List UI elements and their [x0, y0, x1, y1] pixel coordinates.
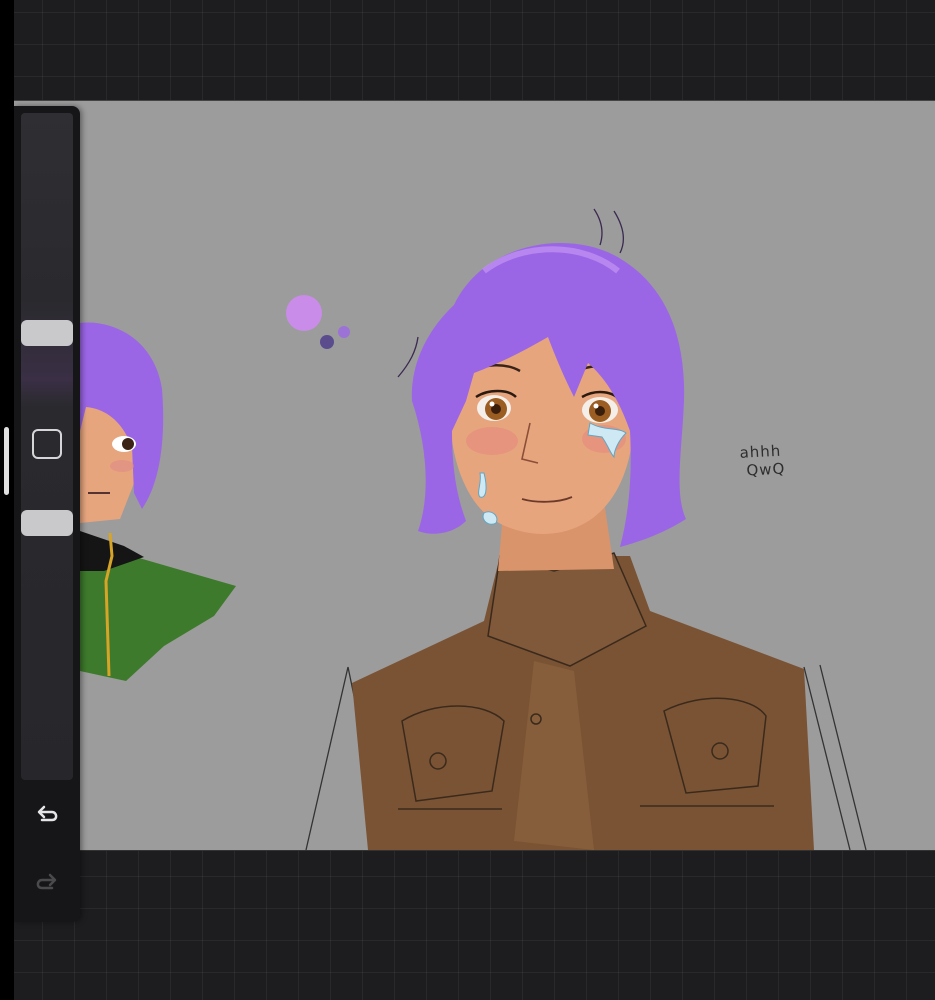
redo-button[interactable]: [32, 868, 62, 898]
handwritten-annotation: ahhh QwQ: [739, 440, 811, 480]
swatch-dot-light-purple: [286, 295, 322, 331]
sidebar-grip-handle[interactable]: [4, 427, 9, 495]
swatch-dot-dark-purple: [320, 335, 334, 349]
brush-sidebar: [14, 106, 80, 922]
side-character: [80, 322, 236, 681]
main-character: [305, 208, 867, 850]
brush-opacity-slider-handle[interactable]: [21, 510, 73, 536]
undo-button[interactable]: [32, 802, 62, 832]
swatch-dot-mid-purple: [338, 326, 350, 338]
undo-arrow-icon: [37, 805, 58, 822]
drawing-canvas[interactable]: ahhh QwQ: [14, 100, 935, 851]
screen-edge: [0, 0, 14, 1000]
redo-arrow-icon: [36, 873, 57, 890]
annotation-line-2: QwQ: [746, 459, 786, 480]
square-icon[interactable]: [32, 429, 62, 459]
brush-size-slider-handle[interactable]: [21, 320, 73, 346]
